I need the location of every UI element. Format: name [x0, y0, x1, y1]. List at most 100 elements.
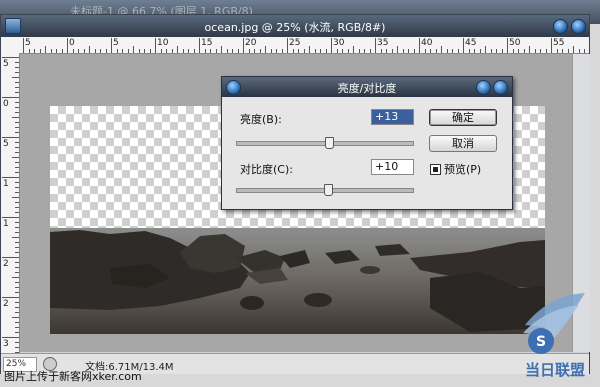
- brightness-slider-thumb[interactable]: [325, 137, 335, 149]
- ruler-tick: [276, 49, 277, 53]
- contrast-input[interactable]: +10: [371, 159, 414, 175]
- ruler-tick: [353, 46, 354, 53]
- ruler-tick: [15, 287, 19, 288]
- ruler-tick: [551, 38, 552, 53]
- dialog-minimize-icon[interactable]: [476, 80, 491, 95]
- ruler-tick: [15, 142, 19, 143]
- ok-button[interactable]: 确定: [429, 109, 497, 126]
- ruler-tick: [298, 49, 299, 53]
- ruler-tick: [15, 232, 19, 233]
- ruler-tick: [15, 207, 19, 208]
- ruler-h-label: 5: [25, 38, 31, 48]
- ruler-tick: [177, 46, 178, 53]
- ruler-tick: [221, 46, 222, 53]
- ruler-tick: [468, 49, 470, 53]
- ruler-tick: [270, 49, 272, 53]
- ruler-tick: [210, 49, 211, 53]
- ruler-tick: [545, 49, 547, 53]
- cancel-button[interactable]: 取消: [429, 135, 497, 152]
- ruler-tick: [540, 49, 541, 53]
- ruler-corner[interactable]: [1, 37, 20, 54]
- ruler-tick: [529, 46, 530, 53]
- ocean-rocks-photo: [50, 228, 545, 334]
- ruler-tick: [441, 46, 442, 53]
- ruler-tick: [15, 82, 19, 83]
- dialog-titlebar[interactable]: 亮度/对比度: [222, 77, 512, 97]
- ruler-tick: [15, 327, 19, 328]
- ruler-tick: [72, 49, 74, 53]
- ruler-tick: [15, 72, 19, 73]
- ruler-tick: [15, 87, 19, 88]
- ruler-tick: [512, 49, 514, 53]
- preview-checkbox[interactable]: [430, 164, 441, 175]
- ruler-tick: [556, 49, 558, 53]
- ruler-tick: [15, 132, 19, 133]
- ruler-v-label: 1: [3, 219, 9, 229]
- ruler-tick: [34, 49, 35, 53]
- ruler-tick: [15, 227, 19, 228]
- minimize-icon[interactable]: [553, 19, 568, 34]
- ruler-h-label: 5: [113, 38, 119, 48]
- ruler-v-label: 1: [3, 179, 9, 189]
- ruler-tick: [15, 67, 19, 68]
- ruler-tick: [496, 49, 497, 53]
- ruler-tick: [501, 49, 503, 53]
- document-titlebar[interactable]: ocean.jpg @ 25% (水流, RGB/8#): [1, 15, 589, 37]
- ruler-tick: [28, 49, 30, 53]
- ruler-tick: [149, 49, 151, 53]
- ruler-tick: [78, 49, 79, 53]
- ruler-tick: [2, 97, 19, 98]
- ruler-tick: [94, 49, 96, 53]
- dialog-title: 亮度/对比度: [337, 82, 397, 95]
- ruler-tick: [248, 49, 250, 53]
- ruler-tick: [15, 62, 19, 63]
- ruler-tick: [485, 46, 486, 53]
- preview-label[interactable]: 预览(P): [444, 161, 481, 177]
- ruler-tick: [127, 49, 129, 53]
- vertical-ruler[interactable]: 5 0 5 1 1 2 2 3: [1, 53, 20, 353]
- maximize-icon[interactable]: [571, 19, 586, 34]
- ruler-tick: [15, 222, 19, 223]
- ruler-tick: [12, 277, 19, 278]
- ruler-tick: [15, 282, 19, 283]
- ruler-tick: [507, 38, 508, 53]
- ruler-tick: [15, 172, 19, 173]
- ruler-tick: [281, 49, 283, 53]
- ruler-h-label: 45: [465, 38, 477, 48]
- ruler-h-label: 30: [333, 38, 345, 48]
- ruler-tick: [15, 102, 19, 103]
- ruler-tick: [15, 312, 19, 313]
- ruler-v-label: 5: [3, 59, 9, 69]
- ruler-tick: [331, 38, 332, 53]
- ruler-h-label: 10: [157, 38, 169, 48]
- brightness-input[interactable]: +13: [371, 109, 414, 125]
- ruler-tick: [15, 147, 19, 148]
- horizontal-ruler[interactable]: 5 0 5 10 15 20 25 30 35 40 45 50 55: [19, 37, 589, 54]
- ruler-tick: [369, 49, 371, 53]
- ruler-h-label: 40: [421, 38, 433, 48]
- ruler-tick: [15, 242, 19, 243]
- ruler-tick: [215, 49, 217, 53]
- ruler-tick: [303, 49, 305, 53]
- ruler-tick: [386, 49, 387, 53]
- ruler-tick: [15, 192, 19, 193]
- ruler-tick: [573, 46, 574, 53]
- ruler-v-label: 0: [3, 99, 9, 109]
- ruler-tick: [12, 117, 19, 118]
- ruler-tick: [358, 49, 360, 53]
- ruler-tick: [391, 49, 393, 53]
- ruler-tick: [2, 337, 19, 338]
- ruler-tick: [265, 46, 266, 53]
- contrast-slider-thumb[interactable]: [323, 184, 333, 196]
- ruler-tick: [61, 49, 63, 53]
- ruler-tick: [287, 38, 288, 53]
- ruler-tick: [457, 49, 459, 53]
- ruler-tick: [12, 157, 19, 158]
- ruler-tick: [518, 49, 519, 53]
- dialog-close-icon[interactable]: [493, 80, 508, 95]
- ruler-tick: [15, 152, 19, 153]
- ruler-tick: [199, 38, 200, 53]
- ruler-tick: [254, 49, 255, 53]
- ruler-tick: [314, 49, 316, 53]
- ruler-tick: [15, 347, 19, 348]
